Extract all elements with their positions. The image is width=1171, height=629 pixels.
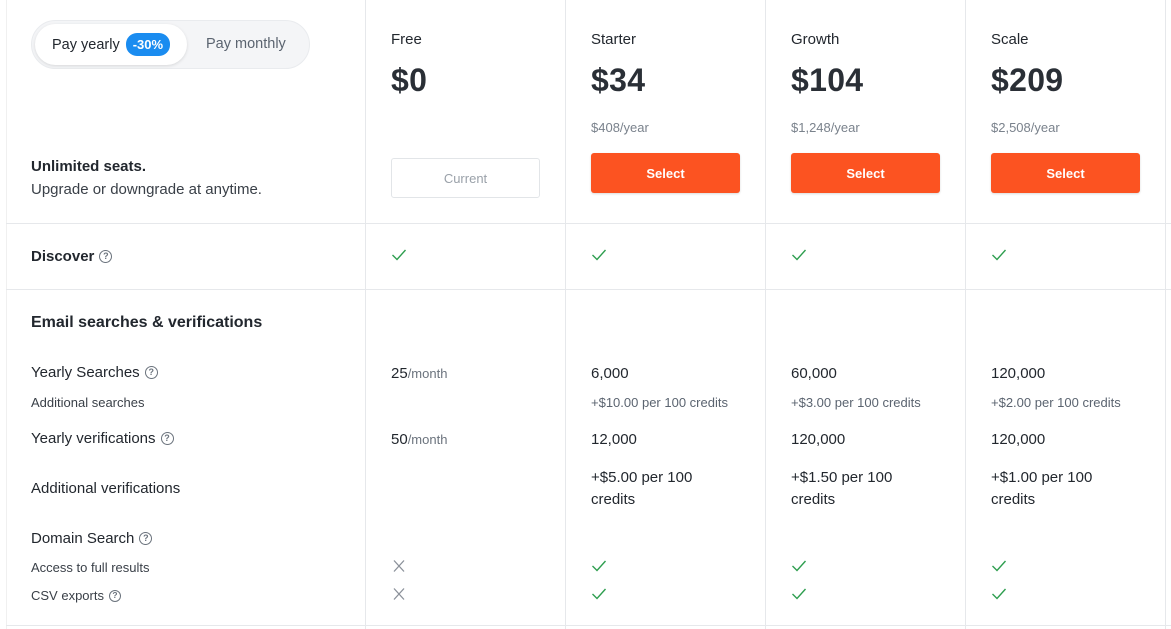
plan-growth: Growth $104 $1,248/year Select [766,0,966,223]
billing-toggle: Pay yearly -30% Pay monthly [31,20,310,69]
growth-additional-verifications: +$1.50 per 100 credits [791,469,893,508]
plan-yearly-price: $408/year [591,120,649,135]
check-icon [792,560,807,572]
row-divider [6,625,1171,626]
pay-yearly-option[interactable]: Pay yearly -30% [35,24,187,65]
feature-label: Yearly verifications [31,430,156,447]
plan-starter: Starter $34 $408/year Select [566,0,766,223]
check-icon [392,249,407,261]
feature-label: Additional searches [31,395,145,410]
feature-yearly-verifications: Yearly verifications ? [31,430,174,447]
pricing-table: Pay yearly -30% Pay monthly Unlimited se… [0,0,1171,629]
feature-label: Access to full results [31,560,150,575]
plan-yearly-price: $2,508/year [991,120,1060,135]
select-growth-button[interactable]: Select [791,153,940,193]
check-icon [592,249,607,261]
plan-name: Free [391,31,422,48]
starter-yearly-verifications: 12,000 [591,431,637,448]
current-plan-button[interactable]: Current [391,158,540,198]
feature-label: Discover [31,248,95,265]
starter-additional-searches: +$10.00 per 100 credits [591,395,728,410]
select-scale-button[interactable]: Select [991,153,1140,193]
plan-scale: Scale $209 $2,508/year Select [966,0,1166,223]
feature-csv-exports: CSV exports ? [31,588,121,603]
feature-discover: Discover ? [31,248,113,265]
growth-additional-searches: +$3.00 per 100 credits [791,395,921,410]
feature-yearly-searches: Yearly Searches ? [31,364,158,381]
scale-additional-searches: +$2.00 per 100 credits [991,395,1121,410]
check-icon [792,588,807,600]
scale-additional-verifications: +$1.00 per 100 credits [991,469,1093,508]
seats-title: Unlimited seats. [31,158,147,175]
check-icon [992,249,1007,261]
frame-edge [6,0,7,629]
seats-subtitle: Upgrade or downgrade at anytime. [31,181,262,198]
value-unit: /month [407,366,448,381]
plan-price: $209 [991,62,1064,98]
value: 50 [391,431,408,448]
cross-icon [393,588,405,600]
feature-label: Additional verifications [31,480,181,497]
help-icon[interactable]: ? [139,532,153,545]
growth-yearly-searches: 60,000 [791,365,837,382]
plan-price: $104 [791,62,864,98]
feature-domain-search: Domain Search ? [31,530,153,547]
free-yearly-searches: 25/month [391,365,447,382]
feature-full-results: Access to full results [31,560,150,575]
check-icon [592,560,607,572]
select-starter-button[interactable]: Select [591,153,740,193]
feature-label: Yearly Searches [31,364,140,381]
row-divider [6,289,1171,290]
feature-label: Domain Search [31,530,135,547]
plan-price: $0 [391,62,428,98]
row-divider [6,223,1171,224]
feature-additional-verifications: Additional verifications [31,480,180,497]
feature-additional-searches: Additional searches [31,395,144,410]
plan-name: Scale [991,31,1029,48]
free-yearly-verifications: 50/month [391,431,447,448]
plan-price: $34 [591,62,646,98]
check-icon [592,588,607,600]
growth-yearly-verifications: 120,000 [791,431,846,448]
help-icon[interactable]: ? [108,589,121,602]
pay-monthly-option[interactable]: Pay monthly [206,36,286,52]
starter-additional-verifications: +$5.00 per 100 credits [591,469,693,508]
feature-label: CSV exports [31,588,104,603]
plan-name: Starter [591,31,637,48]
help-icon[interactable]: ? [144,366,158,379]
section-title-email: Email searches & verifications [31,314,263,331]
check-icon [992,560,1007,572]
help-icon[interactable]: ? [160,432,174,445]
plan-name: Growth [791,31,840,48]
check-icon [992,588,1007,600]
discount-badge: -30% [125,33,171,56]
scale-yearly-searches: 120,000 [991,365,1046,382]
pay-yearly-label: Pay yearly [52,36,120,53]
plan-free: Free $0 Current [366,0,566,223]
check-icon [792,249,807,261]
plan-yearly-price: $1,248/year [791,120,860,135]
value-unit: /month [407,432,448,447]
starter-yearly-searches: 6,000 [591,365,629,382]
cross-icon [393,560,405,572]
scale-yearly-verifications: 120,000 [991,431,1046,448]
help-icon[interactable]: ? [99,250,113,263]
value: 25 [391,365,408,382]
